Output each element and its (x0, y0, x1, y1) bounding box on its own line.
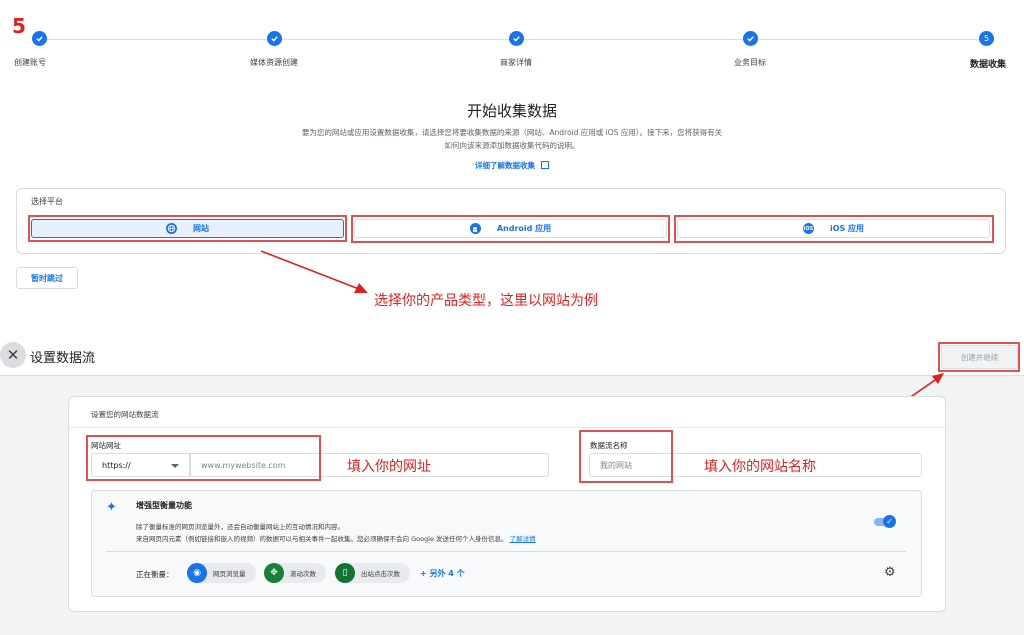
chip-label: 网页浏览量 (213, 570, 246, 578)
page-title: 开始收集数据 (466, 102, 557, 120)
skip-button[interactable]: 暂时跳过 (16, 267, 78, 289)
setup-header (0, 338, 1024, 376)
more-events-link[interactable]: + 另外 4 个 (420, 568, 465, 579)
chip-label: 滚动次数 (290, 570, 316, 578)
highlight-create-button (938, 342, 1020, 372)
learn-more-link[interactable]: 详细了解数据收集 (0, 160, 1024, 171)
sparkle-icon: ✦ (106, 500, 117, 515)
highlight-ios (674, 215, 994, 243)
step-label: 媒体资源创建 (250, 58, 298, 67)
step-property-creation: 媒体资源创建 (214, 31, 334, 68)
step-create-account: 创建账号 (14, 31, 47, 68)
chip-page-views: ◉ 网页浏览量 (187, 563, 256, 583)
step-label: 商家详情 (500, 58, 532, 67)
chip-outbound-clicks: ▯ 出站点击次数 (335, 563, 410, 583)
scroll-icon: ✥ (264, 563, 284, 583)
step-label: 创建账号 (14, 58, 46, 67)
enhanced-measurement-toggle[interactable]: ✓ (874, 515, 896, 529)
annotation-arrow (260, 250, 368, 293)
gear-icon[interactable]: ⚙ (884, 565, 896, 580)
check-icon (742, 31, 758, 46)
close-button[interactable]: ✕ (0, 342, 26, 368)
enhanced-measurement-title: 增强型衡量功能 (136, 501, 192, 510)
step-number: 5 (979, 31, 994, 46)
stream-card-title: 设置您的网站数据流 (91, 410, 159, 419)
highlight-url (86, 435, 321, 481)
step-business-goals: 业务目标 (690, 31, 810, 68)
platform-label: 选择平台 (31, 197, 63, 206)
step-label: 业务目标 (734, 58, 766, 67)
external-link-icon (541, 161, 549, 169)
enhanced-learn-more-link[interactable]: 了解详情 (510, 535, 536, 543)
cursor-icon: ▯ (335, 563, 355, 583)
url-annotation: 填入你的网址 (347, 459, 431, 475)
check-icon (266, 31, 282, 46)
measuring-label: 正在衡量： (136, 570, 174, 579)
highlight-android (351, 215, 670, 243)
stream-name-annotation: 填入你的网站名称 (704, 459, 816, 475)
eye-icon: ◉ (187, 563, 207, 583)
check-icon (508, 31, 524, 46)
check-icon (32, 31, 47, 46)
description-line-1: 要为您的网站或应用设置数据收集，请选择您将要收集数据的来源（网站、Android… (301, 128, 723, 137)
divider (106, 551, 906, 552)
highlight-web (28, 215, 347, 242)
highlight-stream-name (579, 430, 673, 483)
enhanced-desc-text: 来自网页内元素（例如链接和嵌入的视频）的数据可以与相关事件一起收集。您必须确保不… (136, 535, 508, 543)
enhanced-desc-line-1: 除了衡量标准的网页浏览量外，还会自动衡量网站上的互动情况和内容。 (136, 523, 344, 531)
step-label: 数据收集 (969, 60, 1006, 70)
chip-label: 出站点击次数 (361, 570, 400, 578)
step-data-collection: 5 数据收集 (970, 31, 1006, 70)
chip-scrolls: ✥ 滚动次数 (264, 563, 326, 583)
page-description: 要为您的网站或应用设置数据收集，请选择您将要收集数据的来源（网站、Android… (0, 126, 1024, 152)
platform-annotation: 选择你的产品类型，这里以网站为例 (374, 293, 598, 309)
learn-more-label: 详细了解数据收集 (475, 161, 535, 170)
divider (68, 427, 946, 428)
setup-title: 设置数据流 (30, 351, 96, 366)
check-icon: ✓ (883, 515, 896, 528)
step-business-details: 商家详情 (456, 31, 576, 68)
enhanced-desc-line-2: 来自网页内元素（例如链接和嵌入的视频）的数据可以与相关事件一起收集。您必须确保不… (136, 533, 536, 543)
description-line-2: 如何向该来源添加数据收集代码的说明。 (444, 141, 580, 150)
